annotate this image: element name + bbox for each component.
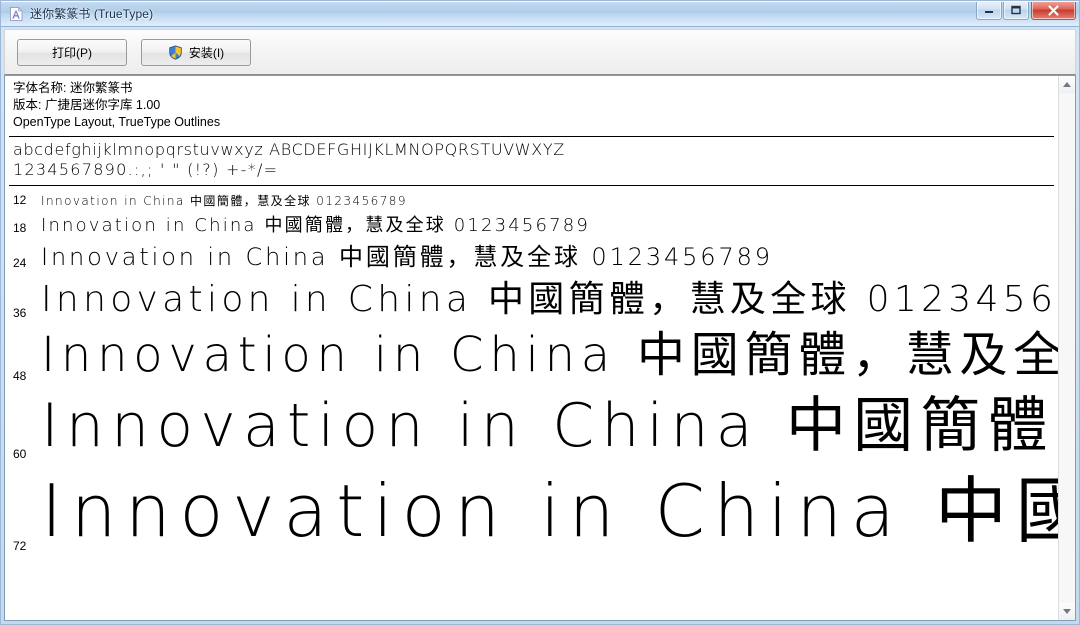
toolbar: 打印(P) 安装(I) — [4, 29, 1076, 75]
sample-row: 12 Innovation in China 中國簡體，慧及全球 0123456… — [5, 186, 1058, 208]
title-bar[interactable]: 迷你繁篆书 (TrueType) — [1, 1, 1079, 27]
preview-pane: 字体名称: 迷你繁篆书 版本: 广捷居迷你字库 1.00 OpenType La… — [4, 75, 1076, 621]
font-preview-area: 字体名称: 迷你繁篆书 版本: 广捷居迷你字库 1.00 OpenType La… — [5, 76, 1058, 620]
sample-size-list: 12 Innovation in China 中國簡體，慧及全球 0123456… — [5, 186, 1058, 554]
sample-text: Innovation in China 中國簡體，慧及全球 0123456789 — [41, 278, 1058, 320]
sample-size-label: 48 — [13, 369, 27, 383]
alphabet-block: abcdefghijklmnopqrstuvwxyz ABCDEFGHIJKLM… — [5, 137, 1058, 180]
install-button[interactable]: 安装(I) — [141, 38, 251, 66]
font-outline-line: OpenType Layout, TrueType Outlines — [13, 115, 221, 129]
sample-row: 24 Innovation in China 中國簡體，慧及全球 0123456… — [5, 236, 1058, 271]
font-info-block: 字体名称: 迷你繁篆书 版本: 广捷居迷你字库 1.00 OpenType La… — [5, 76, 1058, 131]
sample-size-label: 36 — [13, 306, 27, 320]
sample-row: 36 Innovation in China 中國簡體，慧及全球 0123456… — [5, 271, 1058, 321]
sample-size-label: 60 — [13, 447, 27, 461]
sample-size-label: 18 — [13, 221, 27, 235]
font-version-line: 版本: 广捷居迷你字库 1.00 — [13, 98, 161, 112]
scroll-up-icon[interactable] — [1059, 76, 1075, 93]
sample-row: 60 Innovation in China 中國簡體，慧及全球 0123456… — [5, 384, 1058, 462]
font-name-line: 字体名称: 迷你繁篆书 — [13, 81, 133, 95]
sample-size-label: 24 — [13, 256, 27, 270]
font-preview-window: 迷你繁篆书 (TrueType) 打印(P) 安装(I) 字体名称: 迷你繁篆书… — [0, 0, 1080, 625]
sample-size-label: 12 — [13, 193, 27, 207]
uac-shield-icon — [168, 44, 183, 60]
sample-text: Innovation in China 中國簡體，慧及全球 0123456789 — [41, 214, 590, 236]
scrollbar-track[interactable] — [1059, 93, 1075, 603]
sample-text: Innovation in China 中國簡體，慧及全球 0123456789 — [41, 327, 1058, 384]
window-controls — [975, 1, 1076, 23]
sample-row: 18 Innovation in China 中國簡體，慧及全球 0123456… — [5, 208, 1058, 236]
print-button-label: 打印(P) — [52, 45, 92, 60]
install-button-label: 安装(I) — [188, 45, 225, 60]
minimize-button[interactable] — [976, 1, 1002, 20]
sample-text: Innovation in China 中國簡體，慧及全球 0123456789 — [41, 242, 773, 271]
sample-size-label: 72 — [13, 539, 27, 553]
sample-text: Innovation in China 中國簡體，慧及全球 0123456789 — [41, 469, 1058, 554]
scroll-down-icon[interactable] — [1059, 603, 1075, 620]
close-button[interactable] — [1031, 1, 1076, 20]
sample-text: Innovation in China 中國簡體，慧及全球 0123456789 — [41, 193, 407, 208]
sample-row: 48 Innovation in China 中國簡體，慧及全球 0123456… — [5, 321, 1058, 384]
alphabet-digits: 1234567890.:,; ' " (!?) +-*/= — [13, 160, 279, 179]
font-file-icon — [8, 6, 24, 22]
alphabet-letters: abcdefghijklmnopqrstuvwxyz ABCDEFGHIJKLM… — [13, 140, 565, 159]
print-button[interactable]: 打印(P) — [17, 38, 127, 66]
sample-row: 72 Innovation in China 中國簡體，慧及全球 0123456… — [5, 462, 1058, 554]
sample-text: Innovation in China 中國簡體，慧及全球 0123456789 — [41, 391, 1058, 462]
window-title: 迷你繁篆书 (TrueType) — [30, 7, 154, 21]
maximize-button[interactable] — [1003, 1, 1029, 20]
vertical-scrollbar[interactable] — [1058, 76, 1075, 620]
